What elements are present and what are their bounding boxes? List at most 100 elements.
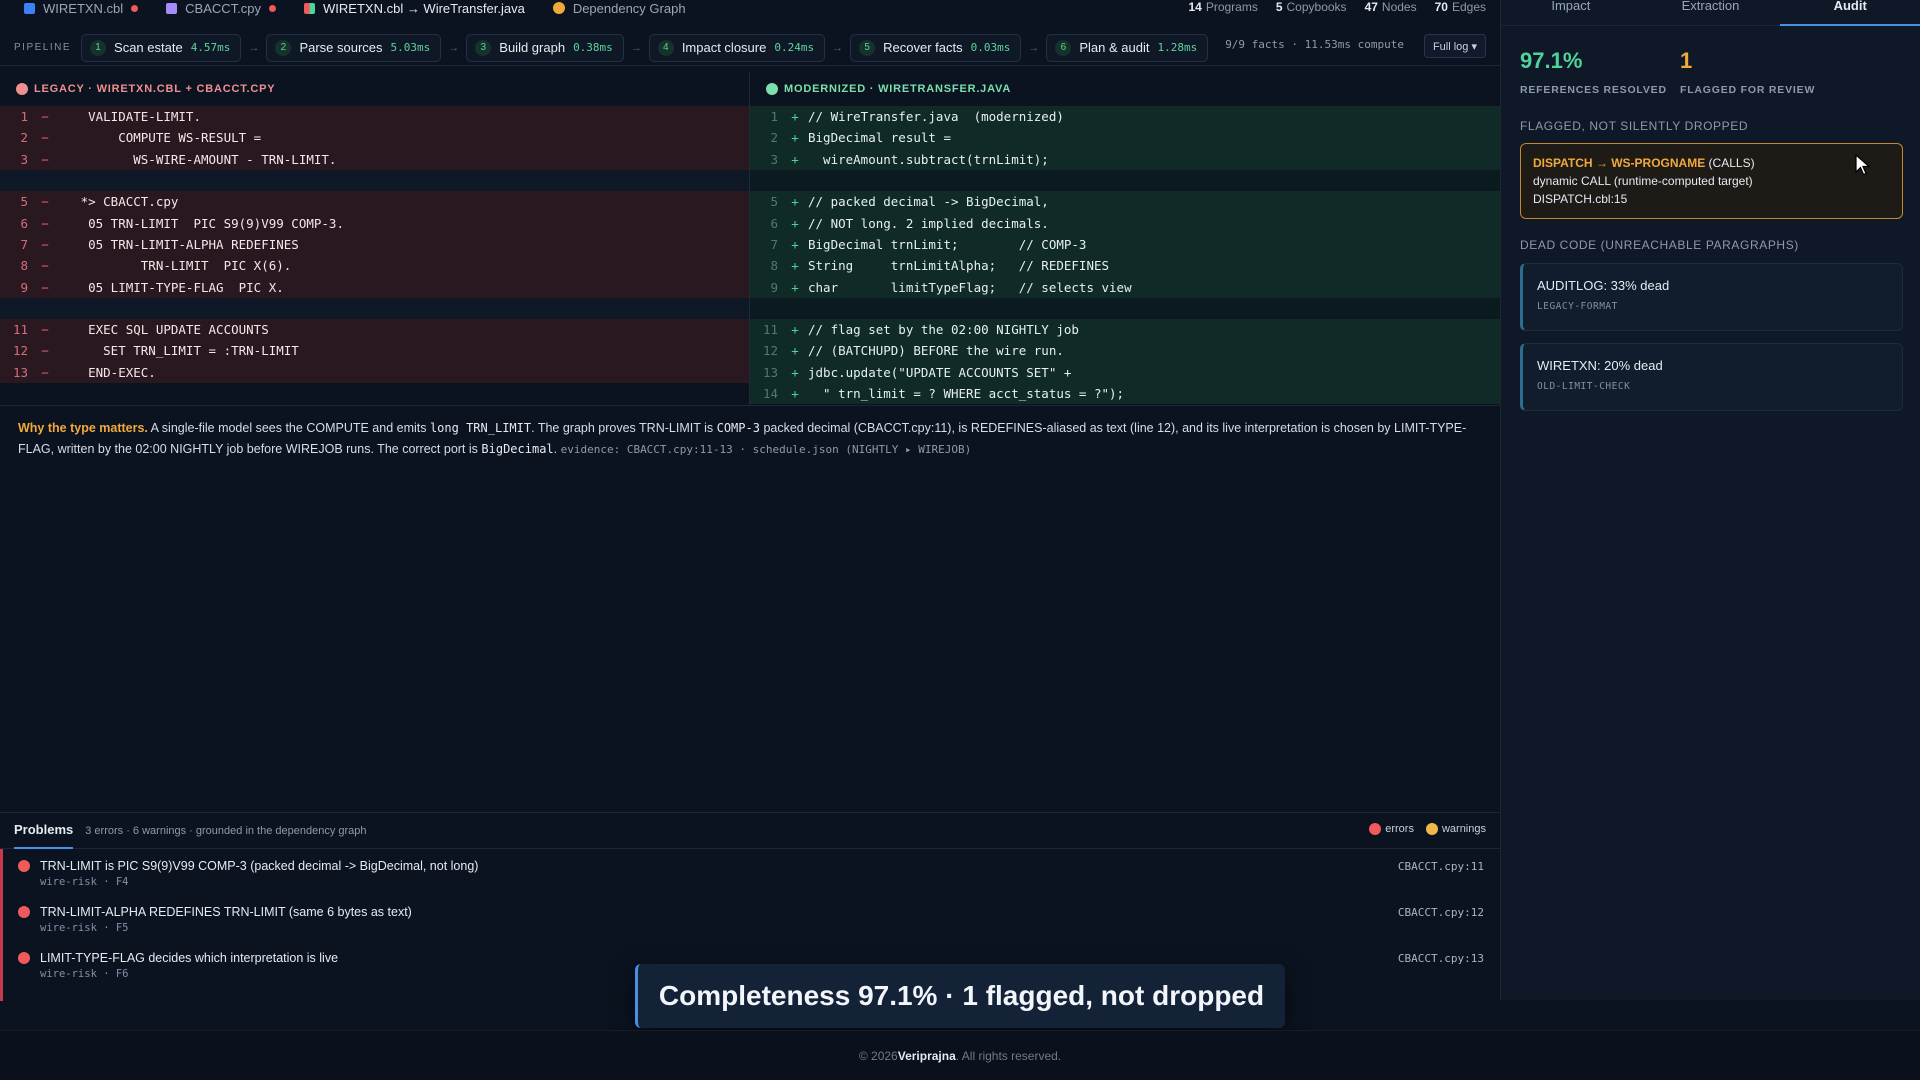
- plus-icon: +: [791, 194, 799, 210]
- problem-item[interactable]: TRN-LIMIT is PIC S9(9)V99 COMP-3 (packed…: [0, 849, 1500, 895]
- code-line[interactable]: 5− *> CBACCT.cpy: [0, 191, 749, 213]
- tab-cbacct-cpy[interactable]: CBACCT.cpy: [166, 0, 277, 16]
- code-gap[interactable]: [0, 169, 749, 192]
- warning-dot-icon: [1425, 823, 1438, 835]
- modern-code[interactable]: 1 + // WireTransfer.java (modernized) 2 + Big…: [750, 106, 1500, 405]
- code-text: jdbc.update("UPDATE ACCOUNTS SET" +: [808, 364, 1072, 380]
- code-line[interactable]: 2− COMPUTE WS-RESULT =: [0, 127, 749, 149]
- code-text: String trnLimitAlpha; // REDEFINES: [808, 258, 1110, 274]
- flagged-reference-card[interactable]: DISPATCH → WS-PROGNAME (CALLS) dynamic C…: [1520, 143, 1903, 219]
- problem-item[interactable]: TRN-LIMIT-ALPHA REDEFINES TRN-LIMIT (sam…: [0, 895, 1500, 941]
- code-line[interactable]: 13 + jdbc.update("UPDATE ACCOUNTS SET" +: [750, 361, 1500, 383]
- tab-label: WIRETXN.cbl → WireTransfer.java: [323, 0, 525, 16]
- plus-icon: +: [791, 279, 799, 295]
- line-number: 11: [762, 322, 778, 338]
- modern-pane-header: MODERNIZED · WIRETRANSFER.JAVA: [750, 72, 1500, 106]
- tab-diff-view[interactable]: WIRETXN.cbl → WireTransfer.java: [304, 0, 525, 16]
- minus-icon: −: [41, 258, 49, 274]
- code-line[interactable]: 14 + " trn_limit = ? WHERE acct_status = …: [750, 382, 1500, 405]
- code-line[interactable]: 6 + // NOT long. 2 implied decimals.: [750, 212, 1500, 234]
- plus-icon: +: [791, 364, 799, 380]
- code-line[interactable]: 3− WS-WIRE-AMOUNT - TRN-LIMIT.: [0, 148, 749, 170]
- code-line[interactable]: 6− 05 TRN-LIMIT PIC S9(9)V99 COMP-3.: [0, 212, 749, 234]
- problem-location[interactable]: CBACCT.cpy:11: [1398, 860, 1484, 873]
- graph-icon: [552, 2, 565, 14]
- code-line[interactable]: 1 + // WireTransfer.java (modernized): [750, 106, 1500, 128]
- line-number: 12: [12, 343, 28, 359]
- code-line[interactable]: 13− END-EXEC.: [0, 361, 749, 383]
- full-log-button[interactable]: Full log ▾: [1423, 34, 1486, 58]
- code-line[interactable]: 2 + BigDecimal result =: [750, 127, 1500, 149]
- line-number: 2: [20, 130, 28, 146]
- line-number: 14: [762, 386, 778, 401]
- legacy-code[interactable]: 1− VALIDATE-LIMIT. 2− COMPUTE WS-RESULT =…: [0, 106, 749, 383]
- code-text: wireAmount.subtract(trnLimit);: [808, 151, 1049, 167]
- legend-errors[interactable]: errors: [1369, 823, 1414, 835]
- dead-code-card[interactable]: WIRETXN: 20% dead OLD-LIMIT-CHECK: [1520, 343, 1903, 411]
- code-line[interactable]: 8 + String trnLimitAlpha; // REDEFINES: [750, 255, 1500, 277]
- code-line[interactable]: 5 + // packed decimal -> BigDecimal,: [750, 191, 1500, 213]
- code-line[interactable]: 12− SET TRN_LIMIT = :TRN-LIMIT: [0, 340, 749, 362]
- step-parse-sources[interactable]: 2 Parse sources 5.03ms: [266, 33, 442, 62]
- line-number: 11: [12, 322, 28, 338]
- legacy-title: LEGACY · WIRETXN.CBL + CBACCT.CPY: [34, 83, 276, 95]
- step-scan-estate[interactable]: 1 Scan estate 4.57ms: [81, 33, 242, 62]
- minus-icon: −: [41, 322, 49, 338]
- code-line[interactable]: 7 + BigDecimal trnLimit; // COMP-3: [750, 233, 1500, 256]
- tab-problems[interactable]: Problems: [14, 813, 74, 849]
- code-line[interactable]: 7− 05 TRN-LIMIT-ALPHA REDEFINES: [0, 233, 749, 256]
- plus-icon: +: [791, 322, 799, 338]
- code-text: BigDecimal result =: [808, 130, 951, 146]
- line-number: 1: [20, 109, 28, 125]
- problem-location[interactable]: CBACCT.cpy:12: [1398, 906, 1484, 919]
- minus-icon: −: [41, 364, 49, 380]
- audit-side-panel: Impact Extraction Audit 97.1% REFERENCES…: [1500, 0, 1920, 1000]
- problem-location[interactable]: CBACCT.cpy:13: [1398, 952, 1484, 965]
- code-gap[interactable]: [0, 297, 749, 319]
- code-line[interactable]: 9 + char limitTypeFlag; // selects view: [750, 276, 1500, 298]
- copybook-file-icon: [166, 2, 178, 14]
- unsaved-dot-icon: [131, 4, 139, 12]
- code-text: COMPUTE WS-RESULT =: [58, 130, 262, 146]
- legend-warnings[interactable]: warnings: [1425, 823, 1486, 835]
- code-line[interactable]: 11− EXEC SQL UPDATE ACCOUNTS: [0, 318, 749, 341]
- plus-icon: +: [791, 258, 799, 274]
- step-plan-audit[interactable]: 6 Plan & audit 1.28ms: [1046, 33, 1209, 62]
- tab-audit[interactable]: Audit: [1780, 0, 1920, 26]
- minus-icon: −: [41, 236, 49, 252]
- code-line[interactable]: 1− VALIDATE-LIMIT.: [0, 106, 749, 128]
- step-recover-facts[interactable]: 5 Recover facts 0.03ms: [850, 33, 1022, 62]
- minus-icon: −: [41, 215, 49, 231]
- tab-dependency-graph[interactable]: Dependency Graph: [552, 0, 686, 16]
- estate-stats: 14 Programs 5 Copybooks 47 Nodes 70 Edges: [1170, 0, 1486, 14]
- code-gap[interactable]: [750, 297, 1500, 319]
- code-text: 05 TRN-LIMIT PIC S9(9)V99 COMP-3.: [58, 215, 344, 231]
- problems-header: Problems 3 errors · 6 warnings · grounde…: [0, 813, 1500, 849]
- arrow-right-icon: →: [630, 41, 642, 54]
- stat-programs: 14 Programs: [1188, 0, 1258, 14]
- tab-wiretxn-cbl[interactable]: WIRETXN.cbl: [24, 0, 139, 16]
- code-text: *> CBACCT.cpy: [58, 194, 179, 210]
- tab-impact[interactable]: Impact: [1501, 0, 1641, 26]
- modern-dot-icon: [766, 83, 778, 95]
- modern-title: MODERNIZED · WIRETRANSFER.JAVA: [784, 83, 1012, 95]
- mouse-cursor-icon: [1855, 154, 1871, 176]
- code-line[interactable]: 12 + // (BATCHUPD) BEFORE the wire run.: [750, 340, 1500, 362]
- code-text: VALIDATE-LIMIT.: [58, 109, 201, 125]
- code-line[interactable]: 8− TRN-LIMIT PIC X(6).: [0, 255, 749, 277]
- step-build-graph[interactable]: 3 Build graph 0.38ms: [466, 33, 624, 62]
- code-text: // flag set by the 02:00 NIGHTLY job: [808, 322, 1079, 338]
- stat-nodes: 47 Nodes: [1364, 0, 1417, 14]
- legacy-dot-icon: [16, 83, 28, 95]
- code-line[interactable]: 9− 05 LIMIT-TYPE-FLAG PIC X.: [0, 276, 749, 298]
- code-text: TRN-LIMIT PIC X(6).: [58, 258, 292, 274]
- step-impact-closure[interactable]: 4 Impact closure 0.24ms: [648, 33, 826, 62]
- code-gap[interactable]: [750, 169, 1500, 192]
- tab-extraction[interactable]: Extraction: [1641, 0, 1781, 26]
- audit-metrics: 97.1% REFERENCES RESOLVED 1 FLAGGED FOR …: [1520, 48, 1840, 96]
- code-line[interactable]: 11 + // flag set by the 02:00 NIGHTLY job: [750, 318, 1500, 341]
- code-text: char limitTypeFlag; // selects view: [808, 279, 1132, 295]
- dead-code-card[interactable]: AUDITLOG: 33% dead LEGACY-FORMAT: [1520, 263, 1903, 331]
- arrow-right-icon: →: [1028, 41, 1040, 54]
- code-line[interactable]: 3 + wireAmount.subtract(trnLimit);: [750, 148, 1500, 170]
